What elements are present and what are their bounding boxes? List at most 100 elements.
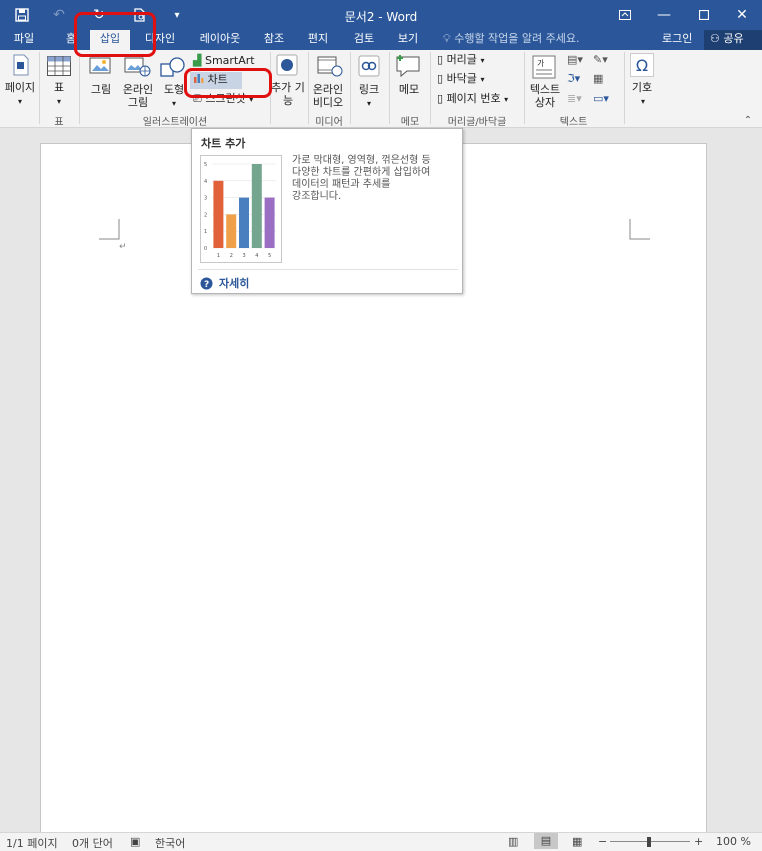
drop-cap-icon[interactable]: ≣▾ — [567, 92, 582, 106]
close-button[interactable]: ✕ — [722, 0, 762, 30]
tell-me-text: 수행할 작업을 알려 주세요. — [454, 32, 580, 45]
chart-y-tick-label: 0 — [204, 246, 207, 252]
page-number-button[interactable]: ▯ 페이지 번호 ▾ — [437, 92, 508, 107]
svg-text:?: ? — [204, 280, 209, 290]
comment-button[interactable]: 메모 — [392, 83, 426, 96]
tab-review[interactable]: 검토 — [348, 30, 380, 50]
smartart-label: SmartArt — [204, 54, 255, 67]
chart-bar — [226, 214, 237, 248]
chart-y-tick-label: 4 — [204, 179, 207, 185]
table-button[interactable]: 표 — [48, 81, 70, 94]
svg-text:가: 가 — [537, 59, 545, 68]
text-box-button[interactable]: 텍스트 상자 — [526, 83, 564, 109]
collapse-ribbon-icon[interactable]: ⌃ — [742, 114, 754, 127]
online-picture-button[interactable]: 온라인 그림 — [119, 83, 157, 109]
online-video-label-1: 온라인 — [312, 83, 344, 96]
zoom-in-icon[interactable]: + — [694, 835, 703, 848]
proofing-icon[interactable]: ▣ — [130, 835, 140, 848]
header-dropdown-icon: ▾ — [480, 56, 485, 65]
sign-in-link[interactable]: 로그인 — [662, 30, 692, 48]
header-button[interactable]: ▯ 머리글 ▾ — [437, 53, 484, 68]
smartart-icon: ▟ — [193, 54, 202, 67]
zoom-out-icon[interactable]: − — [598, 835, 607, 848]
text-box-label-1: 텍스트 — [529, 83, 561, 96]
text-box-label-2: 상자 — [534, 96, 556, 109]
smartart-button[interactable]: ▟ SmartArt — [193, 54, 255, 68]
ribbon-display-options-icon[interactable] — [605, 0, 645, 30]
chart-x-tick-label: 2 — [230, 253, 233, 259]
tooltip-description-line: 강조합니다. — [292, 191, 342, 202]
add-ins-button[interactable]: 추가 기 능 — [270, 81, 306, 107]
chart-y-tick-label: 2 — [204, 212, 207, 218]
chart-x-tick-label: 5 — [268, 253, 271, 259]
language-indicator[interactable]: 한국어 — [155, 835, 185, 851]
link-dropdown-icon[interactable]: ▾ — [363, 97, 375, 110]
share-button[interactable]: ⚇ 공유 — [704, 30, 762, 50]
quick-parts-icon[interactable]: ▤▾ — [567, 53, 583, 67]
group-label-illustrations: 일러스트레이션 — [142, 117, 208, 128]
chart-x-tick-label: 4 — [255, 253, 258, 259]
tab-layout[interactable]: 레이아웃 — [194, 30, 246, 50]
read-mode-icon[interactable]: ▥ — [508, 835, 518, 848]
pages-button[interactable]: 페이지 — [2, 81, 38, 94]
tooltip-description-line: 가로 막대형, 영역형, 꺾은선형 등 — [292, 155, 431, 166]
tab-file[interactable]: 파일 — [4, 30, 44, 50]
shapes-button[interactable]: 도형 — [162, 83, 186, 96]
online-video-label-2: 비디오 — [312, 96, 344, 109]
link-icon — [358, 55, 380, 80]
online-picture-icon — [124, 56, 152, 81]
picture-button[interactable]: 그림 — [88, 83, 114, 96]
right-margin-crop-mark — [629, 219, 650, 240]
wordart-icon[interactable]: ℑ▾ — [567, 72, 580, 86]
chart-bar — [251, 164, 262, 248]
date-time-icon[interactable]: ▦ — [593, 72, 603, 86]
page-number-label: 페이지 번호 — [446, 92, 501, 105]
chart-preview: 0 1 2 3 4 5 1 2 3 4 5 — [200, 155, 282, 263]
footer-button[interactable]: ▯ 바닥글 ▾ — [437, 72, 484, 87]
page-count[interactable]: 1/1 페이지 — [6, 835, 58, 851]
link-button[interactable]: 링크 — [354, 83, 384, 96]
group-label-table: 표 — [54, 117, 64, 128]
chart-tooltip: 차트 추가 0 1 2 3 4 5 1 2 3 4 5 가로 막대형, 영역형, 꺾은선형 등 다양… — [191, 128, 463, 294]
text-box-icon: 가 — [532, 55, 556, 82]
ribbon-insert: 페이지 ▾ 표 ▾ 표 그림 온라인 그림 도형 ▾ ▟ SmartArt 차트… — [0, 50, 762, 128]
tab-mailings[interactable]: 편지 — [302, 30, 334, 50]
zoom-slider-thumb[interactable] — [647, 837, 651, 847]
annotation-insert-tab-highlight — [74, 12, 156, 57]
header-label: 머리글 — [446, 53, 477, 66]
tell-me-more-link[interactable]: ? 자세히 — [200, 275, 249, 291]
chart-y-tick-label: 5 — [204, 162, 207, 168]
tell-me-box[interactable]: 💡︎ 수행할 작업을 알려 주세요. — [443, 30, 580, 50]
maximize-button[interactable] — [684, 0, 724, 30]
page-number-dropdown-icon: ▾ — [504, 95, 509, 104]
add-ins-label-1: 추가 기 — [271, 81, 305, 94]
shapes-dropdown-icon[interactable]: ▾ — [168, 97, 180, 110]
symbols-dropdown-icon[interactable]: ▾ — [637, 95, 649, 108]
chart-y-tick-label: 3 — [204, 196, 207, 202]
pages-dropdown-icon[interactable]: ▾ — [14, 95, 26, 108]
minimize-button[interactable]: — — [644, 0, 684, 30]
zoom-level[interactable]: 100 % — [716, 835, 751, 848]
annotation-chart-highlight — [184, 68, 272, 98]
add-ins-label-2: 능 — [282, 94, 294, 107]
person-icon: ⚇ — [710, 32, 720, 45]
online-video-button[interactable]: 온라인 비디오 — [309, 83, 347, 109]
print-layout-icon[interactable]: ▤ — [534, 833, 558, 849]
comment-icon — [395, 54, 423, 83]
symbols-button[interactable]: 기호 — [627, 81, 657, 94]
chart-bar — [264, 197, 275, 248]
online-picture-label-2: 그림 — [127, 96, 149, 109]
tab-view[interactable]: 보기 — [392, 30, 424, 50]
tooltip-description: 가로 막대형, 영역형, 꺾은선형 등 다양한 차트를 간편하게 삽입하여 데이… — [292, 155, 457, 203]
help-icon: ? — [200, 277, 213, 290]
table-dropdown-icon[interactable]: ▾ — [53, 95, 65, 108]
tab-references[interactable]: 참조 — [258, 30, 290, 50]
web-layout-icon[interactable]: ▦ — [572, 835, 582, 848]
picture-icon — [89, 56, 115, 81]
chart-x-tick-label: 1 — [217, 253, 220, 259]
word-count[interactable]: 0개 단어 — [72, 835, 113, 851]
online-picture-label-1: 온라인 — [122, 83, 154, 96]
signature-line-icon[interactable]: ✎▾ — [593, 53, 608, 67]
object-icon[interactable]: ▭▾ — [593, 92, 609, 106]
tooltip-description-line: 다양한 차트를 간편하게 삽입하여 — [292, 167, 431, 178]
